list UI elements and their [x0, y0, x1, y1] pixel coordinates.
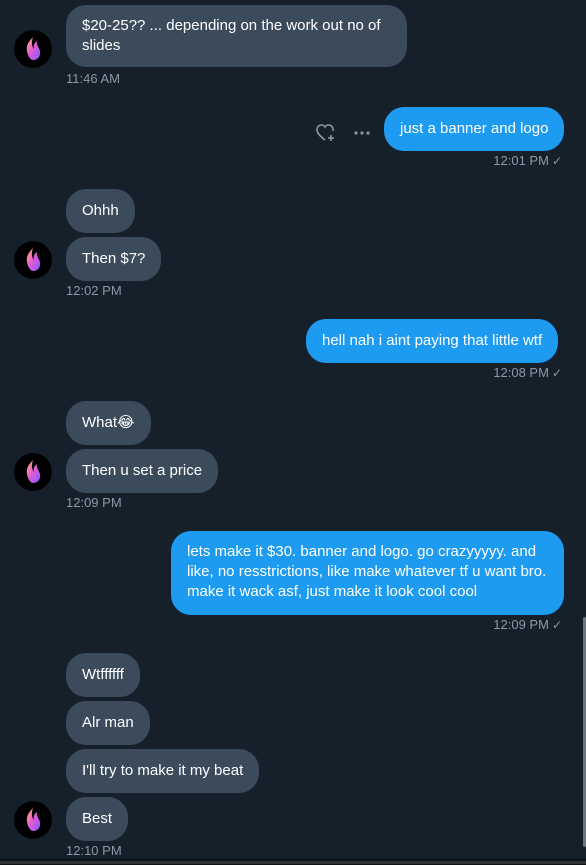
avatar[interactable] [14, 453, 52, 491]
message-bubble[interactable]: What😂 [66, 401, 151, 445]
message-text: just a banner and logo [400, 120, 549, 137]
message-text: Wtffffff [82, 666, 124, 683]
message-bubble[interactable]: $20-25?? ... depending on the work out n… [66, 5, 407, 67]
avatar[interactable] [14, 241, 52, 279]
flame-avatar-icon [26, 248, 41, 271]
message-text: What😂 [82, 414, 135, 431]
message-bubble[interactable]: Then u set a price [66, 449, 219, 493]
timestamp: 12:08 PM ✓ [493, 365, 562, 380]
message-bubble[interactable]: Ohhh [66, 189, 135, 233]
timestamp: 12:01 PM ✓ [493, 153, 562, 168]
message-text: Ohhh [82, 202, 119, 219]
message-text: Best [82, 810, 113, 827]
message-text: $20-25?? ... depending on the work out n… [82, 17, 381, 54]
message-text: Alr man [82, 714, 134, 731]
timestamp: 12:02 PM [66, 283, 122, 298]
flame-avatar-icon [26, 808, 41, 831]
timestamp: 12:09 PM ✓ [493, 617, 562, 632]
heart-plus-icon[interactable] [316, 124, 336, 147]
message-bubble[interactable]: Alr man [66, 701, 150, 745]
message-text: I'll try to make it my beat [82, 762, 244, 779]
timestamp: 11:46 AM [66, 71, 120, 86]
message-bubble[interactable]: hell nah i aint paying that little wtf [306, 319, 559, 363]
timestamp: 12:10 PM [66, 843, 122, 858]
horizontal-scrollbar[interactable] [0, 859, 586, 865]
message-bubble[interactable]: Wtffffff [66, 653, 140, 697]
message-text: Then u set a price [82, 462, 203, 479]
message-bubble[interactable]: Then $7? [66, 237, 162, 281]
message-bubble[interactable]: Best [66, 797, 129, 841]
message-bubble[interactable]: just a banner and logo [384, 107, 565, 151]
check-icon: ✓ [551, 154, 562, 168]
avatar[interactable] [14, 30, 52, 68]
flame-avatar-icon [26, 460, 41, 483]
more-icon[interactable] [354, 124, 370, 147]
check-icon: ✓ [551, 366, 562, 380]
avatar[interactable] [14, 801, 52, 839]
message-text: hell nah i aint paying that little wtf [322, 332, 543, 349]
check-icon: ✓ [551, 618, 562, 632]
flame-avatar-icon [26, 37, 41, 60]
message-text: Then $7? [82, 250, 146, 267]
message-bubble[interactable]: I'll try to make it my beat [66, 749, 260, 793]
timestamp: 12:09 PM [66, 495, 122, 510]
message-text: lets make it $30. banner and logo. go cr… [187, 543, 547, 600]
message-bubble[interactable]: lets make it $30. banner and logo. go cr… [171, 531, 564, 615]
scrollbar-thumb[interactable] [0, 861, 586, 864]
